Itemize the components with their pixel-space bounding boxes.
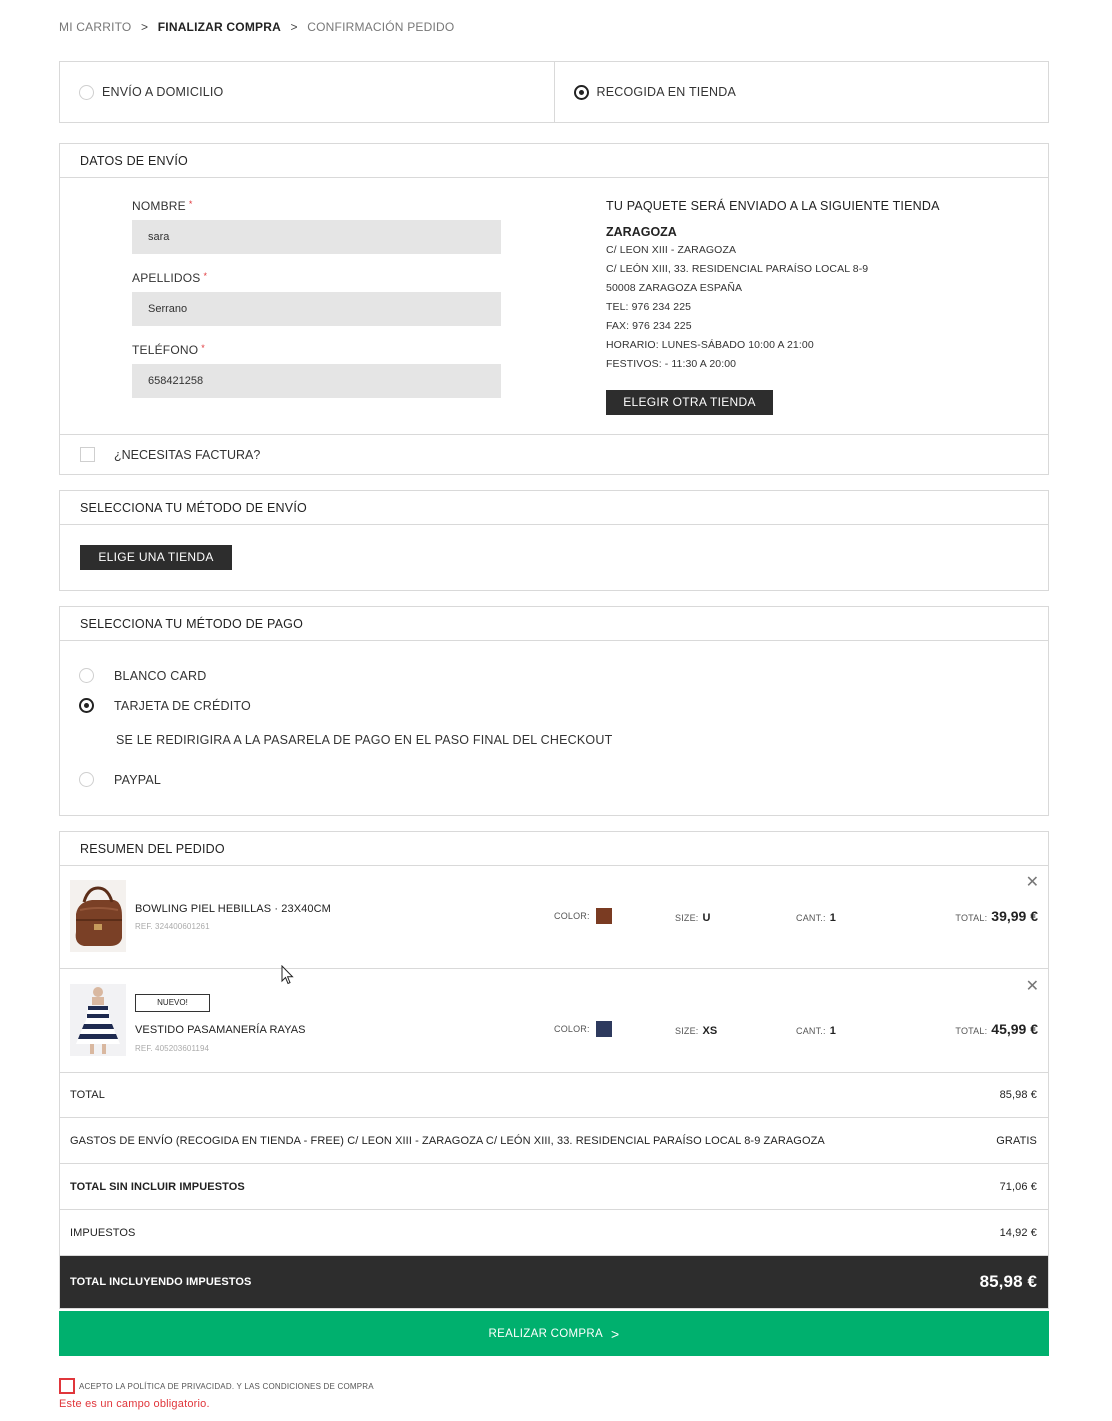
tax-row: IMPUESTOS 14,92 € (60, 1210, 1048, 1256)
subtotal-row: TOTAL 85,98 € (60, 1072, 1048, 1118)
untaxed-total-value: 71,06 € (999, 1180, 1037, 1193)
store-line: 50008 ZARAGOZA ESPAÑA (606, 282, 743, 294)
delivery-option-home[interactable]: ENVÍO A DOMICILIO (60, 62, 554, 122)
payment-option-label: TARJETA DE CRÉDITO (114, 698, 251, 713)
radio-credit-card[interactable] (79, 698, 94, 713)
name-input[interactable] (132, 220, 501, 254)
subtotal-label: TOTAL (70, 1088, 105, 1101)
shipping-cost-label: GASTOS DE ENVÍO (RECOGIDA EN TIENDA - FR… (70, 1134, 825, 1147)
breadcrumb-checkout: FINALIZAR COMPRA (157, 20, 281, 34)
shipping-method-section: SELECCIONA TU MÉTODO DE ENVÍO ELIGE UNA … (59, 490, 1049, 591)
shipping-data-header: DATOS DE ENVÍO (60, 144, 1048, 178)
item-qty: CANT.: 1 (796, 1025, 836, 1037)
new-badge: NUEVO! (135, 994, 210, 1012)
dress-product-image[interactable] (70, 984, 126, 1056)
payment-note: SE LE REDIRIGIRA A LA PASARELA DE PAGO E… (116, 733, 613, 747)
breadcrumb-separator: > (141, 20, 149, 34)
shipping-method-header: SELECCIONA TU MÉTODO DE ENVÍO (60, 491, 1048, 525)
payment-method-section: SELECCIONA TU MÉTODO DE PAGO BLANCO CARD… (59, 606, 1049, 816)
delivery-options: ENVÍO A DOMICILIO RECOGIDA EN TIENDA (59, 61, 1049, 123)
phone-label: TELÉFONO * (132, 343, 205, 357)
surname-label: APELLIDOS * (132, 271, 208, 285)
terms-label[interactable]: ACEPTO LA POLÍTICA DE PRIVACIDAD. Y LAS … (79, 1382, 374, 1391)
shipping-data-section: DATOS DE ENVÍO NOMBRE* APELLIDOS* TELÉFO… (59, 143, 1049, 475)
order-item: NUEVO! VESTIDO PASAMANERÍA RAYAS REF. 40… (60, 969, 1048, 1073)
shipping-cost-row: GASTOS DE ENVÍO (RECOGIDA EN TIENDA - FR… (60, 1118, 1048, 1164)
item-ref: REF. 405203601194 (135, 1044, 210, 1053)
remove-item-icon[interactable]: ✕ (1026, 976, 1039, 996)
item-size: SIZE: U (675, 912, 711, 924)
breadcrumb-confirmation: CONFIRMACIÓN PEDIDO (307, 20, 455, 34)
choose-store-button[interactable]: ELIGE UNA TIENDA (80, 545, 232, 570)
order-item: BOWLING PIEL HEBILLAS · 23X40CM REF. 324… (60, 865, 1048, 969)
order-summary-header: RESUMEN DEL PEDIDO (60, 832, 1048, 866)
item-name[interactable]: BOWLING PIEL HEBILLAS · 23X40CM (135, 903, 331, 915)
radio-blanco-card[interactable] (79, 668, 94, 683)
item-name[interactable]: VESTIDO PASAMANERÍA RAYAS (135, 1024, 306, 1036)
payment-option-credit-card[interactable]: TARJETA DE CRÉDITO (79, 698, 251, 713)
store-line: FESTIVOS: - 11:30 A 20:00 (606, 358, 737, 370)
store-line: FAX: 976 234 225 (606, 320, 692, 332)
bag-product-image[interactable] (70, 880, 126, 952)
terms-error-message: Este es un campo obligatorio. (59, 1398, 210, 1410)
store-name: ZARAGOZA (606, 225, 677, 239)
choose-other-store-button[interactable]: ELEGIR OTRA TIENDA (606, 390, 773, 415)
terms-checkbox[interactable] (59, 1378, 75, 1394)
item-color: COLOR: (554, 908, 612, 924)
payment-option-paypal[interactable]: PAYPAL (79, 772, 161, 787)
payment-method-header: SELECCIONA TU MÉTODO DE PAGO (60, 607, 1048, 641)
store-line: C/ LEON XIII - ZARAGOZA (606, 244, 737, 256)
item-size: SIZE: XS (675, 1025, 718, 1037)
store-line: C/ LEÓN XIII, 33. RESIDENCIAL PARAÍSO LO… (606, 263, 869, 275)
color-swatch (595, 908, 612, 924)
item-qty: CANT.: 1 (796, 912, 836, 924)
tax-label: IMPUESTOS (70, 1226, 136, 1239)
delivery-home-label: ENVÍO A DOMICILIO (102, 85, 224, 99)
grand-total-row: TOTAL INCLUYENDO IMPUESTOS 85,98 € (60, 1256, 1048, 1308)
place-order-button[interactable]: REALIZAR COMPRA > (59, 1311, 1049, 1356)
shipping-form: NOMBRE* APELLIDOS* TELÉFONO* (132, 199, 502, 415)
invoice-label: ¿NECESITAS FACTURA? (114, 447, 261, 462)
payment-option-label: BLANCO CARD (114, 668, 207, 683)
terms-acceptance[interactable]: ACEPTO LA POLÍTICA DE PRIVACIDAD. Y LAS … (59, 1378, 374, 1394)
delivery-option-store[interactable]: RECOGIDA EN TIENDA (553, 62, 1049, 122)
store-line: HORARIO: LUNES-SÁBADO 10:00 A 21:00 (606, 339, 814, 351)
breadcrumb: MI CARRITO > FINALIZAR COMPRA > CONFIRMA… (59, 20, 454, 34)
item-color: COLOR: (554, 1021, 612, 1037)
store-info: TU PAQUETE SERÁ ENVIADO A LA SIGUIENTE T… (606, 199, 1026, 415)
chevron-right-icon: > (610, 1325, 620, 1342)
item-total: TOTAL: 45,99 € (955, 1021, 1038, 1037)
phone-input[interactable] (132, 364, 501, 398)
item-total: TOTAL: 39,99 € (955, 908, 1038, 924)
tax-value: 14,92 € (999, 1226, 1037, 1239)
item-ref: REF. 324400601261 (135, 922, 210, 931)
store-title: TU PAQUETE SERÁ ENVIADO A LA SIGUIENTE T… (606, 199, 940, 213)
grand-total-value: 85,98 € (979, 1272, 1037, 1291)
radio-home[interactable] (79, 84, 94, 100)
invoice-option[interactable]: ¿NECESITAS FACTURA? (60, 434, 1048, 474)
store-line: TEL: 976 234 225 (606, 301, 692, 313)
mouse-cursor-icon (281, 965, 294, 985)
subtotal-value: 85,98 € (999, 1088, 1037, 1101)
place-order-label: REALIZAR COMPRA (488, 1327, 603, 1340)
color-swatch (595, 1021, 612, 1037)
payment-option-label: PAYPAL (114, 772, 162, 787)
shipping-cost-value: GRATIS (996, 1134, 1037, 1147)
surname-input[interactable] (132, 292, 501, 326)
remove-item-icon[interactable]: ✕ (1026, 872, 1039, 892)
untaxed-total-row: TOTAL SIN INCLUIR IMPUESTOS 71,06 € (60, 1164, 1048, 1210)
radio-store[interactable] (573, 84, 589, 100)
delivery-store-label: RECOGIDA EN TIENDA (596, 85, 737, 99)
breadcrumb-separator: > (290, 20, 298, 34)
grand-total-label: TOTAL INCLUYENDO IMPUESTOS (70, 1276, 252, 1288)
order-summary-section: RESUMEN DEL PEDIDO BOWLING PIEL HEBILLAS… (59, 831, 1049, 1309)
invoice-checkbox[interactable] (80, 447, 95, 462)
payment-option-blanco-card[interactable]: BLANCO CARD (79, 668, 207, 683)
radio-paypal[interactable] (79, 772, 94, 787)
untaxed-total-label: TOTAL SIN INCLUIR IMPUESTOS (70, 1180, 245, 1193)
name-label: NOMBRE * (132, 199, 193, 213)
breadcrumb-cart[interactable]: MI CARRITO (59, 20, 131, 34)
